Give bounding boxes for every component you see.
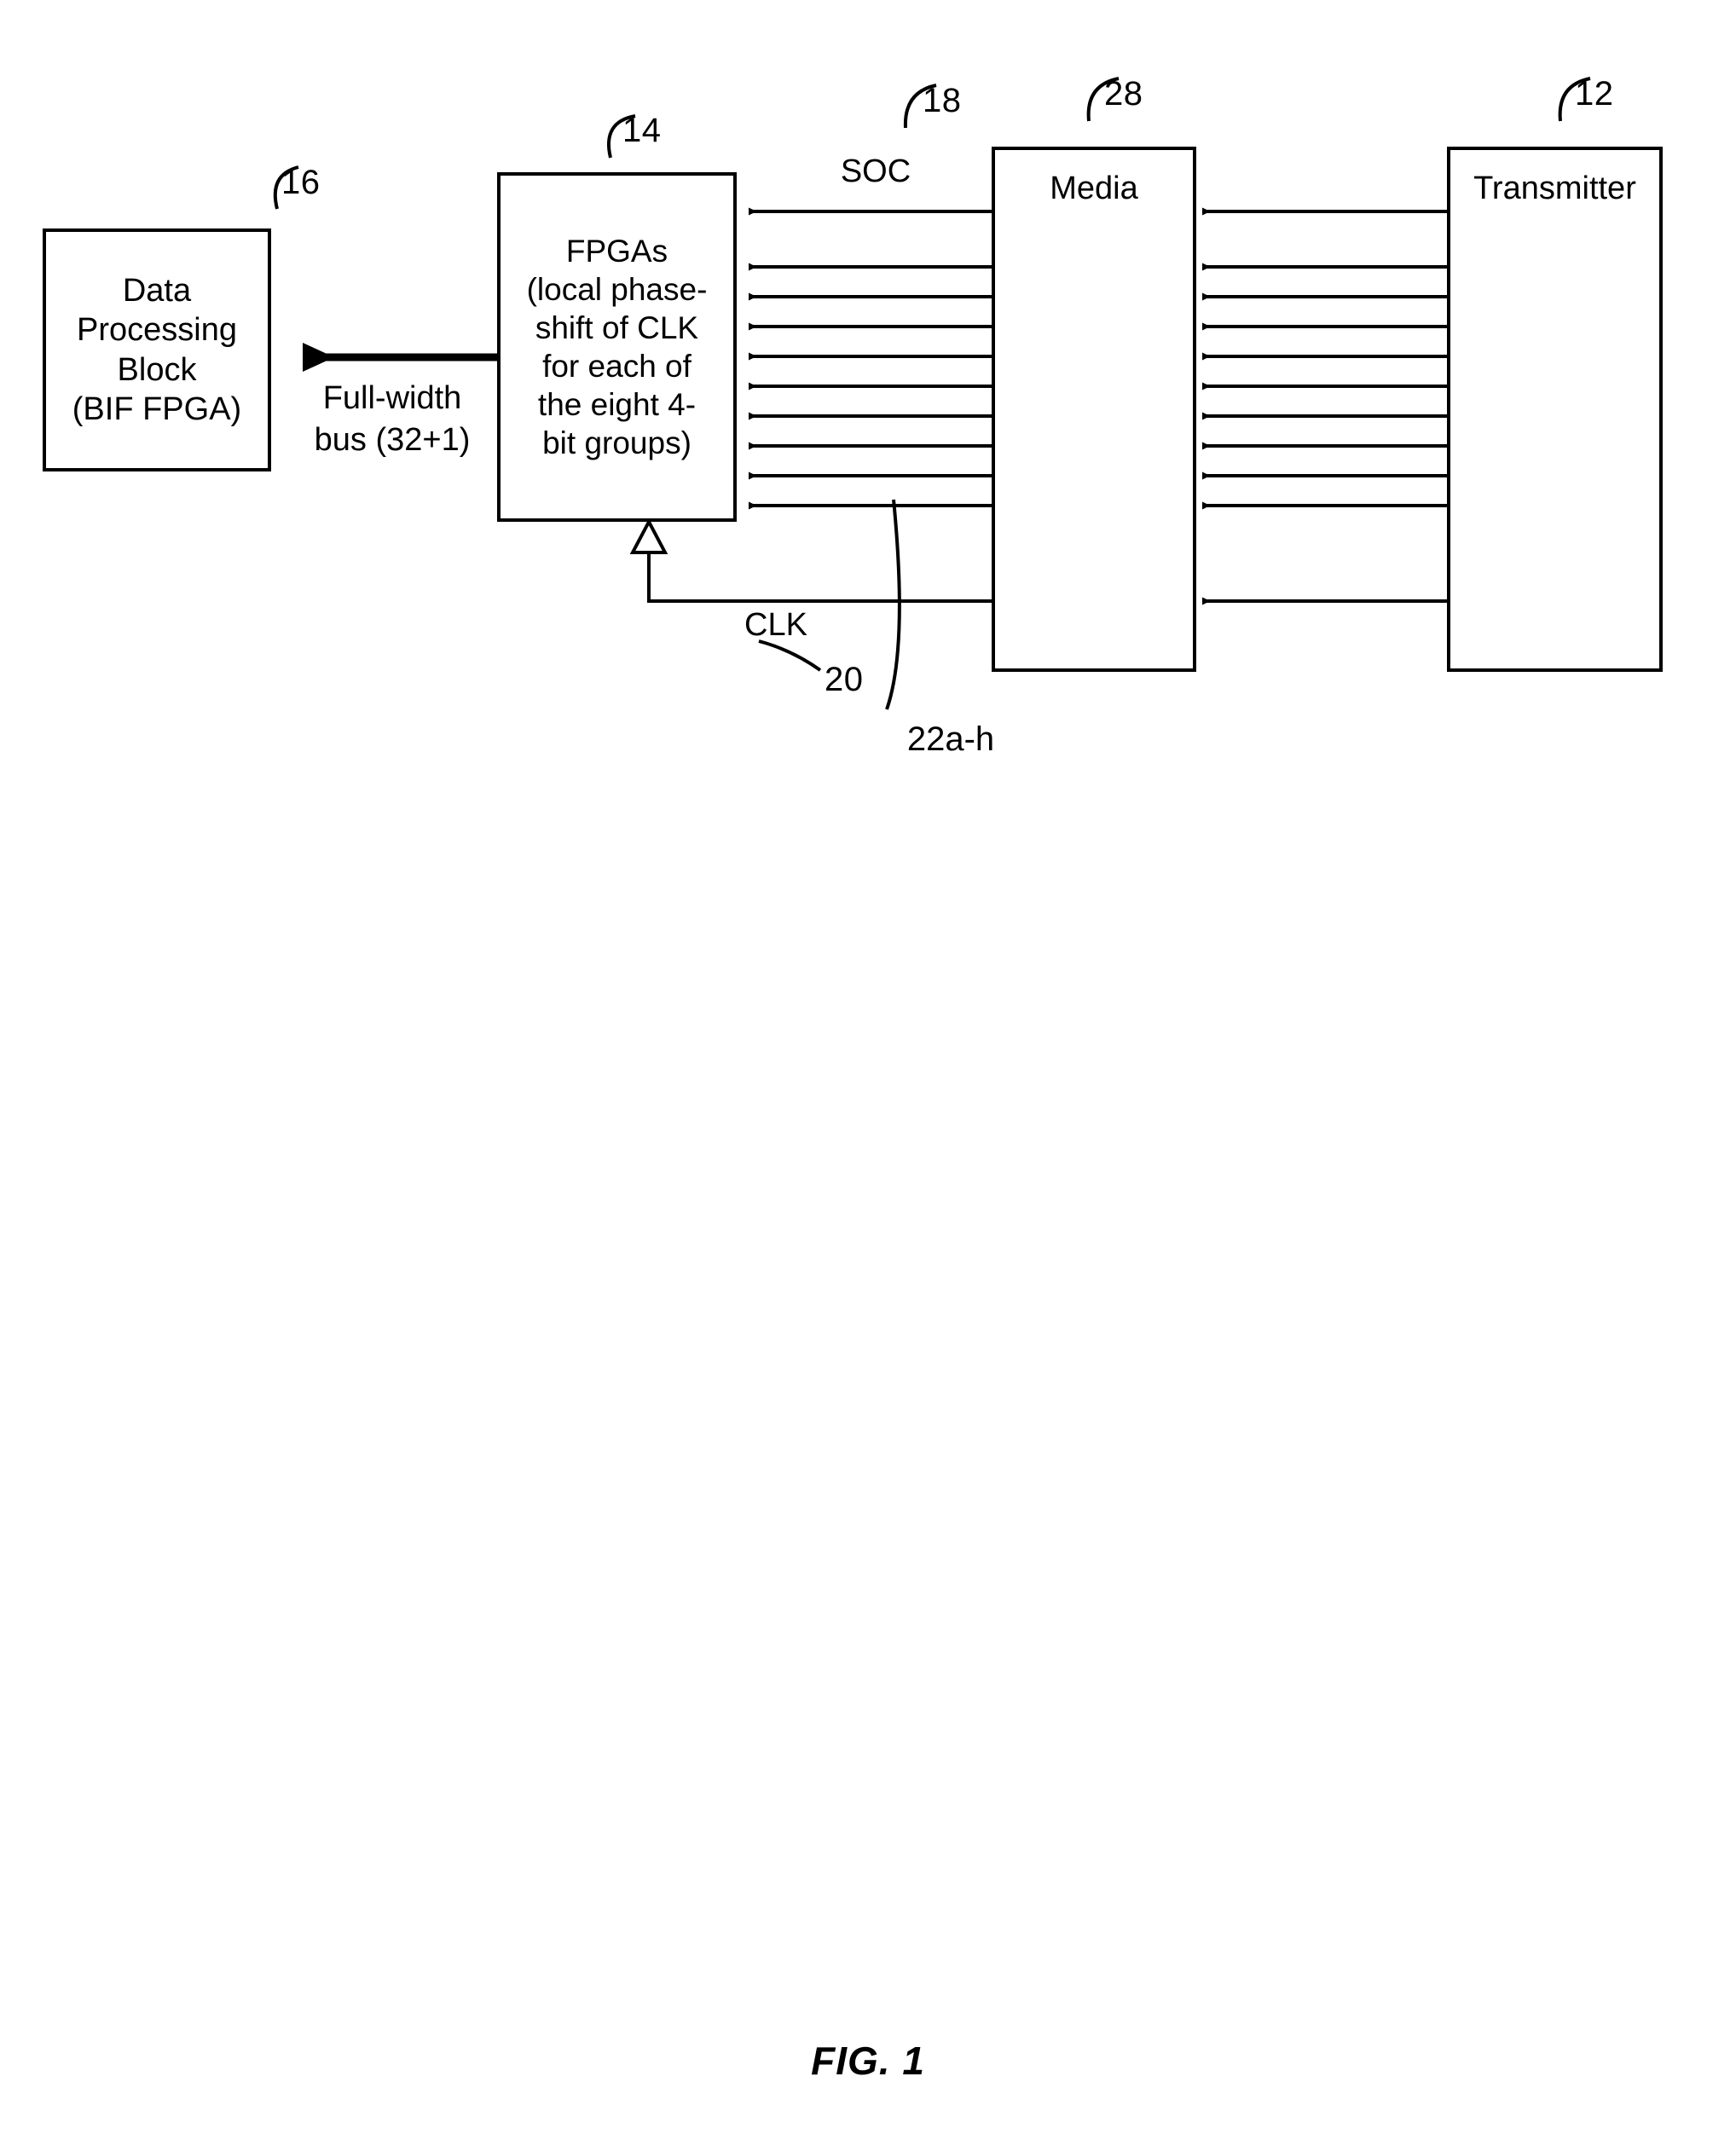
reference-numeral-28: 28 bbox=[1104, 75, 1143, 113]
reference-numeral-18: 18 bbox=[923, 82, 962, 119]
block-media: Media bbox=[992, 147, 1196, 672]
block-transmitter-label: Transmitter bbox=[1473, 171, 1636, 206]
reference-numeral-12: 12 bbox=[1575, 75, 1614, 113]
figure-caption: FIG. 1 bbox=[811, 2039, 925, 2083]
reference-numeral-14: 14 bbox=[622, 112, 662, 149]
reference-numeral-20: 20 bbox=[825, 661, 864, 698]
signal-clk-label: CLK bbox=[744, 607, 807, 643]
figure-canvas: Data Processing Block (BIF FPGA) FPGAs (… bbox=[0, 0, 1736, 2140]
block-fpgas-label: FPGAs (local phase- shift of CLK for eac… bbox=[526, 233, 708, 461]
block-transmitter: Transmitter bbox=[1447, 147, 1663, 672]
block-media-label: Media bbox=[1050, 171, 1138, 206]
full-width-bus-label: Full-width bus (32+1) bbox=[314, 380, 471, 459]
block-data-processing: Data Processing Block (BIF FPGA) bbox=[43, 228, 271, 471]
signal-soc-label: SOC bbox=[840, 153, 911, 189]
block-data-processing-label: Data Processing Block (BIF FPGA) bbox=[72, 272, 242, 427]
block-fpgas: FPGAs (local phase- shift of CLK for eac… bbox=[497, 172, 737, 522]
reference-numeral-16: 16 bbox=[281, 164, 321, 201]
signal-data-lines-label: 22a-h bbox=[906, 720, 995, 758]
